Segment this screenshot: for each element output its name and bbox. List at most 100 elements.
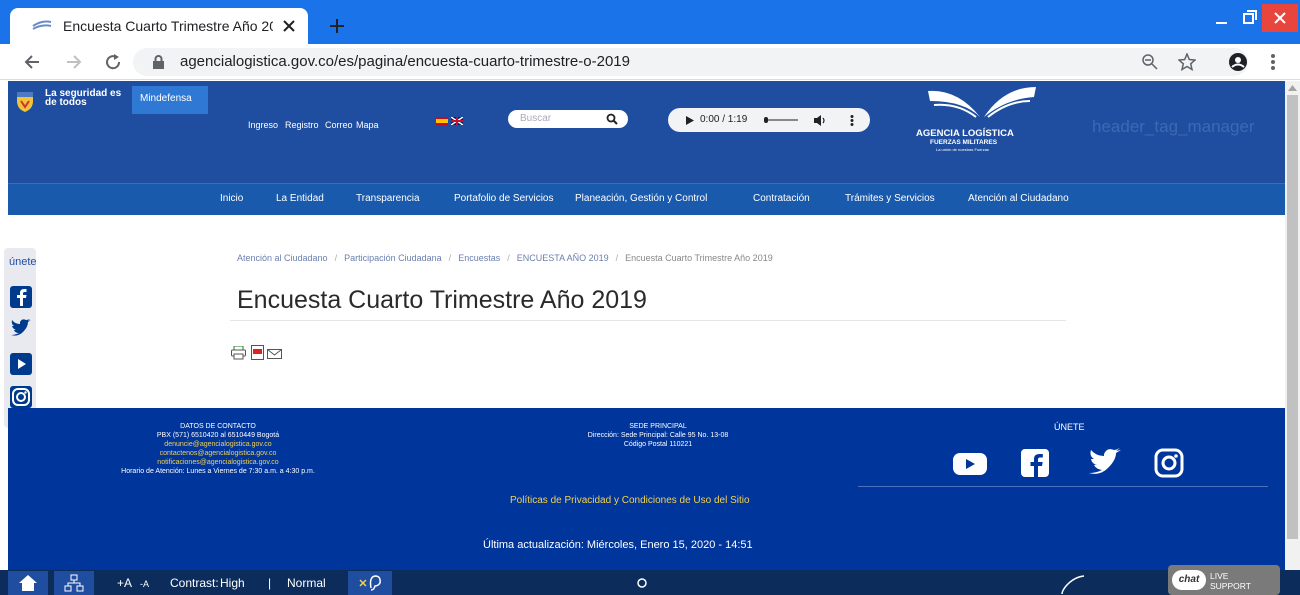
breadcrumb-current: Encuesta Cuarto Trimestre Año 2019 <box>625 253 773 263</box>
volume-icon[interactable] <box>814 115 826 126</box>
main-nav: Inicio La Entidad Transparencia Portafol… <box>8 183 1285 215</box>
footer-twitter-icon[interactable] <box>1088 448 1124 478</box>
facebook-icon[interactable] <box>10 286 32 308</box>
audio-progress-bar[interactable] <box>764 117 798 123</box>
live-support-button[interactable]: chat LIVE SUPPORT <box>1168 565 1280 595</box>
window-close-button[interactable] <box>1262 4 1298 32</box>
omnibox[interactable]: agencialogistica.gov.co/es/pagina/encues… <box>133 48 1248 76</box>
breadcrumb-separator: / <box>448 253 452 263</box>
contact-email[interactable]: denuncie@agencialogistica.gov.co <box>58 440 378 449</box>
contrast-normal-button[interactable]: Normal <box>287 576 326 590</box>
sitemap-button[interactable] <box>54 571 94 595</box>
nav-transparencia[interactable]: Transparencia <box>356 193 420 204</box>
social-sidebar: únete <box>4 248 37 428</box>
search-box[interactable]: Buscar <box>508 110 628 128</box>
search-input[interactable]: Buscar <box>520 113 551 124</box>
page-title: Encuesta Cuarto Trimestre Año 2019 <box>237 286 647 314</box>
print-icon[interactable] <box>231 346 246 360</box>
email-icon[interactable] <box>267 349 282 359</box>
browser-tab-bar: Encuesta Cuarto Trimestre Año 2019 <box>0 0 1300 44</box>
website: La seguridad es de todos Mindefensa Ingr… <box>0 81 1285 595</box>
mapa-link[interactable]: Mapa <box>356 120 379 130</box>
privacy-link[interactable]: Políticas de Privacidad y Condiciones de… <box>510 495 750 506</box>
hq-address: Dirección: Sede Principal: Calle 95 No. … <box>587 432 729 439</box>
nav-portafolio[interactable]: Portafolio de Servicios <box>454 193 554 204</box>
new-tab-icon[interactable] <box>330 19 344 33</box>
browser-tab[interactable]: Encuesta Cuarto Trimestre Año 2019 <box>10 8 308 44</box>
youtube-icon[interactable] <box>10 353 32 375</box>
nav-atencion[interactable]: Atención al Ciudadano <box>968 193 1069 204</box>
footer-divider <box>858 486 1268 487</box>
scroll-up-icon[interactable] <box>1288 85 1297 91</box>
join-title: ÚNETE <box>1054 422 1085 432</box>
nav-planeacion[interactable]: Planeación, Gestión y Control <box>575 193 707 204</box>
window-close-icon <box>1274 12 1286 24</box>
user-icon[interactable] <box>636 577 648 595</box>
lock-icon <box>153 55 164 69</box>
tag-manager-text: header_tag_manager <box>1092 117 1255 136</box>
minimize-icon[interactable] <box>1216 14 1228 26</box>
contact-phone: PBX (571) 6510420 al 6510449 Bogotá <box>156 432 280 439</box>
breadcrumb-item[interactable]: Encuestas <box>458 253 500 263</box>
chat-bubble: chat <box>1172 570 1206 590</box>
reload-icon[interactable] <box>104 53 122 71</box>
restore-icon[interactable] <box>1243 10 1257 24</box>
spanish-flag-icon[interactable] <box>436 117 448 125</box>
logo-tagline: La unión de nuestras Fuerzas <box>936 147 989 152</box>
registro-link[interactable]: Registro <box>285 120 319 130</box>
phone-icon[interactable] <box>1060 574 1086 595</box>
contact-email[interactable]: notificaciones@agencialogistica.gov.co <box>58 458 378 467</box>
font-increase-button[interactable]: +A <box>117 576 132 590</box>
breadcrumb-item[interactable]: Atención al Ciudadano <box>237 253 328 263</box>
mindefensa-button[interactable]: Mindefensa <box>132 86 208 114</box>
instagram-icon[interactable] <box>10 386 32 408</box>
nav-la-entidad[interactable]: La Entidad <box>276 193 324 204</box>
close-icon[interactable] <box>282 19 296 33</box>
footer-youtube-icon[interactable] <box>952 450 988 478</box>
hq-title: SEDE PRINCIPAL <box>629 423 687 430</box>
breadcrumb-item[interactable]: ENCUESTA AÑO 2019 <box>517 253 609 263</box>
pdf-icon[interactable] <box>251 345 264 360</box>
ingreso-link[interactable]: Ingreso <box>248 120 278 130</box>
url-text: agencialogistica.gov.co/es/pagina/encues… <box>180 53 630 70</box>
site-favicon <box>32 20 52 30</box>
menu-dots-icon[interactable] <box>1270 53 1276 71</box>
last-update: Última actualización: Miércoles, Enero 1… <box>483 539 753 551</box>
contact-email[interactable]: contactenos@agencialogistica.gov.co <box>58 449 378 458</box>
social-label: únete <box>9 256 37 268</box>
breadcrumb-separator: / <box>507 253 510 263</box>
contact-hours: Horario de Atención: Lunes a Viernes de … <box>121 468 315 475</box>
accessibility-toolbar: +A -A Contrast: High | Normal chat LIVE … <box>0 565 1300 595</box>
bookmark-star-icon[interactable] <box>1178 53 1196 71</box>
back-arrow-icon[interactable] <box>24 54 40 70</box>
breadcrumb-item[interactable]: Participación Ciudadana <box>344 253 442 263</box>
hearing-button[interactable] <box>348 571 392 595</box>
title-divider <box>230 320 1066 321</box>
home-icon <box>19 575 37 591</box>
search-icon[interactable] <box>606 113 618 125</box>
footer-facebook-icon[interactable] <box>1020 448 1050 478</box>
nav-tramites[interactable]: Trámites y Servicios <box>845 193 935 204</box>
page-scrollbar[interactable] <box>1285 81 1300 595</box>
nav-inicio[interactable]: Inicio <box>220 193 243 204</box>
nav-contratacion[interactable]: Contratación <box>753 193 810 204</box>
profile-icon[interactable] <box>1228 52 1248 72</box>
contrast-high-button[interactable]: High <box>220 576 245 590</box>
audio-menu-icon[interactable] <box>850 115 854 126</box>
home-button[interactable] <box>8 571 48 595</box>
scrollbar-thumb[interactable] <box>1287 95 1298 539</box>
audio-player[interactable]: 0:00 / 1:19 <box>668 108 870 132</box>
forward-arrow-icon[interactable] <box>66 54 82 70</box>
breadcrumb-separator: / <box>334 253 338 263</box>
agencia-logistica-logo[interactable]: AGENCIA LOGÍSTICA FUERZAS MILITARES La u… <box>910 85 1050 157</box>
english-flag-icon[interactable] <box>451 117 463 125</box>
gov-brand-text: La seguridad es de todos <box>45 88 122 108</box>
correo-link[interactable]: Correo <box>325 120 353 130</box>
footer-instagram-icon[interactable] <box>1154 448 1184 478</box>
zoom-icon[interactable] <box>1142 54 1158 70</box>
twitter-icon[interactable] <box>10 318 32 340</box>
play-icon[interactable] <box>686 116 694 125</box>
font-decrease-button[interactable]: -A <box>140 579 149 589</box>
contrast-label: Contrast: <box>170 576 219 590</box>
coat-of-arms-icon <box>17 92 33 112</box>
